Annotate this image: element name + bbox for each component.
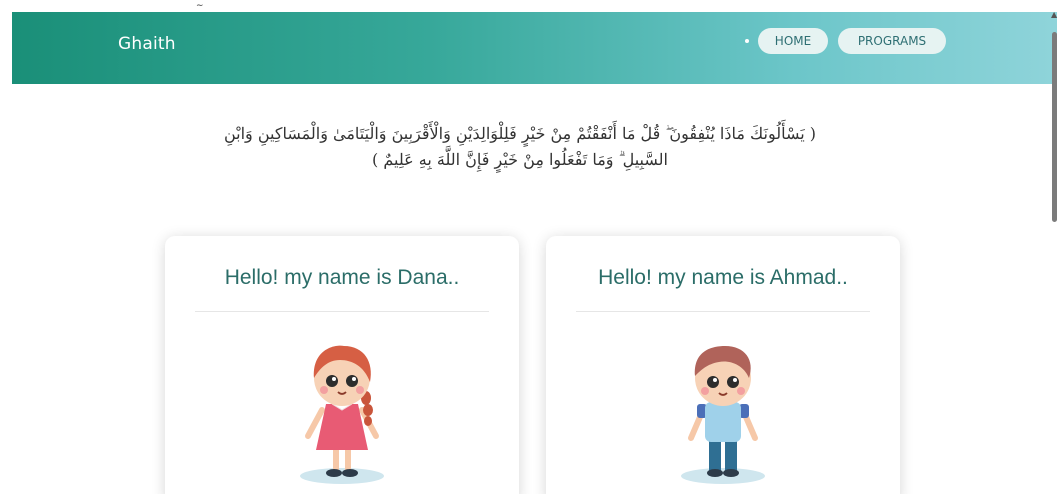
quran-verse: ( يَسْأَلُونَكَ مَاذَا يُنْفِقُونَ ۖ قُل… (223, 124, 817, 169)
stray-mark: ∼ (196, 1, 204, 11)
nav-programs-button[interactable]: PROGRAMS (838, 28, 946, 54)
card-divider (195, 311, 489, 312)
card-divider (576, 311, 870, 312)
card-title-ahmad: Hello! my name is Ahmad.. (598, 266, 848, 289)
profile-card-ahmad[interactable]: Hello! my name is Ahmad.. (546, 236, 900, 494)
girl-avatar-icon (282, 326, 402, 486)
brand-logo[interactable]: Ghaith (118, 34, 176, 54)
page: ∼ Ghaith HOME PROGRAMS ▲ ( يَسْأَلُونَكَ… (0, 0, 1059, 494)
nav-dot (745, 39, 749, 43)
profile-card-dana[interactable]: Hello! my name is Dana.. (165, 236, 519, 494)
boy-avatar-icon (663, 326, 783, 486)
top-strip (0, 0, 1059, 12)
nav-home-button[interactable]: HOME (758, 28, 828, 54)
scroll-up-icon[interactable]: ▲ (1051, 10, 1057, 19)
card-title-dana: Hello! my name is Dana.. (224, 266, 460, 289)
navbar: Ghaith HOME PROGRAMS (12, 12, 1057, 84)
scrollbar-thumb[interactable] (1052, 32, 1057, 222)
